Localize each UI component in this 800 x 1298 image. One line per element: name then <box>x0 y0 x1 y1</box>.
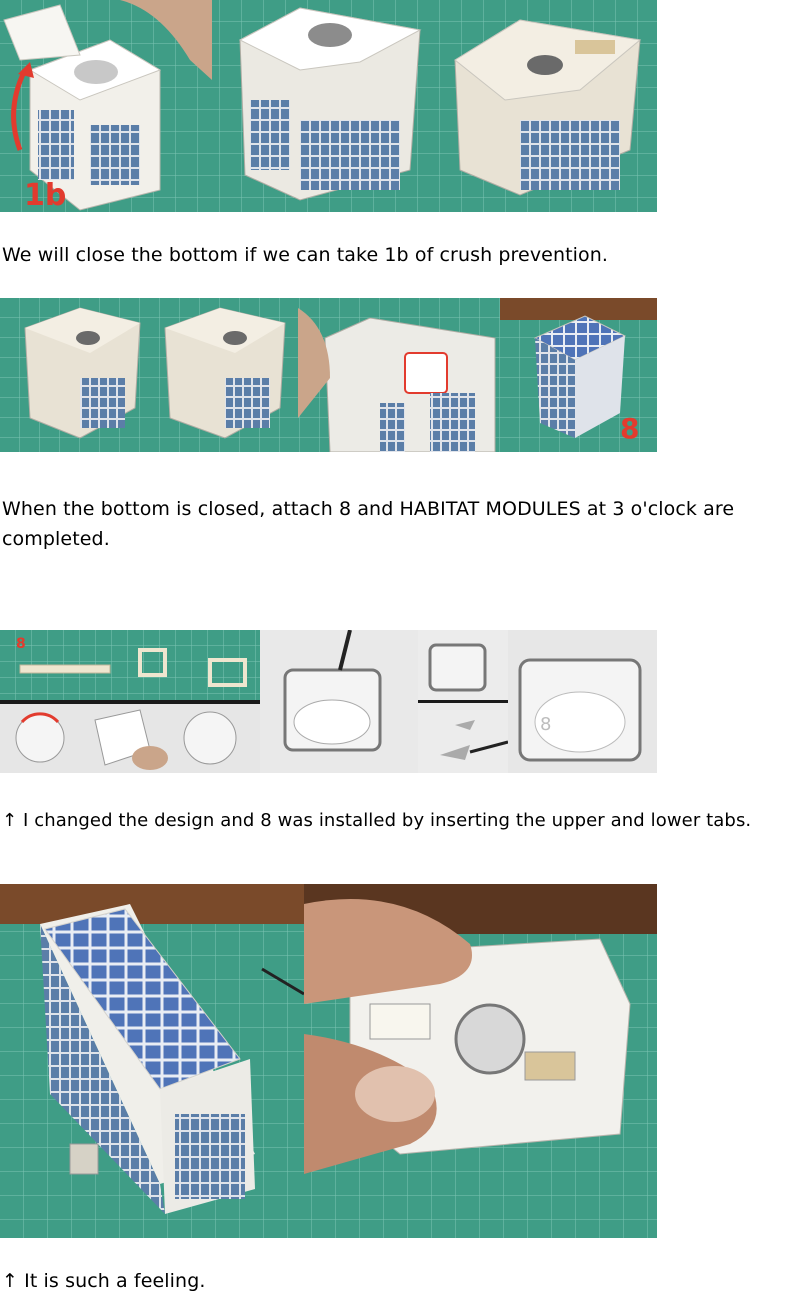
caption-3: ↑ I changed the design and 8 was install… <box>2 810 752 831</box>
label-8-small: 8 <box>16 636 26 652</box>
photo-module-side-a <box>0 298 150 452</box>
photo-finished-module-solar-top <box>0 884 305 1238</box>
photo-box-top-view-lit <box>434 0 657 212</box>
caption-1: We will close the bottom if we can take … <box>2 244 609 266</box>
caption-4: ↑ It is such a feeling. <box>2 1270 206 1292</box>
photo-module-side-b <box>150 298 298 452</box>
label-8-installed: 8 <box>540 714 551 735</box>
photo-strip-4 <box>0 884 657 1238</box>
photo-module-open-bottom <box>298 298 500 452</box>
photo-strip-1: 1b <box>0 0 657 212</box>
photo-ring-frame <box>260 630 418 773</box>
photo-strip-3: 8 8 <box>0 630 657 773</box>
label-8: 8 <box>620 412 639 445</box>
photo-ring-installed <box>508 630 657 773</box>
photo-strip-2: 8 <box>0 298 657 452</box>
photo-finished-module-in-hand <box>304 884 657 1238</box>
photo-part-8-assembly-collage <box>0 630 260 773</box>
photo-tabs-insertion <box>418 630 509 773</box>
caption-2: When the bottom is closed, attach 8 and … <box>2 498 735 550</box>
label-1b: 1b <box>24 178 66 212</box>
photo-box-top-view <box>212 0 434 212</box>
